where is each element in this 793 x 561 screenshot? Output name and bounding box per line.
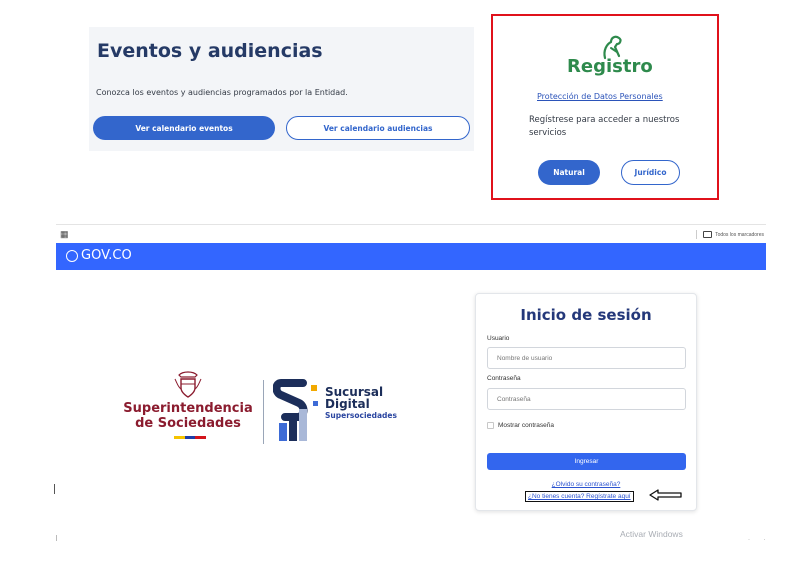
sucursal-line2: Digital bbox=[325, 397, 370, 411]
registro-description: Regístrese para acceder a nuestros servi… bbox=[529, 115, 680, 138]
left-arrow-icon bbox=[649, 489, 682, 501]
eventos-title: Eventos y audiencias bbox=[97, 40, 323, 62]
folder-icon bbox=[703, 231, 713, 238]
forgot-password-link[interactable]: ¿Olvido su contraseña? bbox=[476, 481, 696, 488]
apps-grid-icon[interactable]: ▦ bbox=[60, 229, 69, 239]
password-input[interactable] bbox=[487, 388, 686, 410]
register-link[interactable]: ¿No tienes cuenta? Regístrate aquí bbox=[525, 491, 634, 502]
colombia-tricolor bbox=[174, 436, 207, 439]
ver-calendario-eventos-button[interactable]: Ver calendario eventos bbox=[93, 116, 275, 140]
browser-bookmarks-bar: ▦ Todos los marcadores bbox=[56, 224, 766, 243]
superintendencia-logo: Superintendencia de Sociedades bbox=[121, 371, 255, 443]
juridico-button[interactable]: Jurídico bbox=[621, 160, 680, 185]
eventos-section: Eventos y audiencias Conozca los eventos… bbox=[89, 27, 474, 151]
gov-co-text: GOV.CO bbox=[81, 248, 132, 263]
eventos-description: Conozca los eventos y audiencias program… bbox=[96, 88, 348, 97]
superintendencia-text: Superintendencia de Sociedades bbox=[121, 401, 255, 431]
registro-card: Registro Protección de Datos Personales … bbox=[491, 14, 719, 200]
bookmarks-label: Todos los marcadores bbox=[715, 231, 764, 238]
sucursal-digital-text: Sucursal Digital Supersociedades bbox=[325, 386, 397, 422]
ver-calendario-audiencias-button[interactable]: Ver calendario audiencias bbox=[286, 116, 470, 140]
all-bookmarks[interactable]: Todos los marcadores bbox=[696, 230, 764, 239]
activar-windows-watermark: Activar Windows bbox=[620, 529, 683, 539]
coat-of-arms-icon bbox=[174, 371, 202, 398]
show-password-checkbox[interactable] bbox=[487, 422, 494, 429]
edge-dots: · · bbox=[748, 537, 772, 543]
sucursal-line3: Supersociedades bbox=[325, 411, 397, 420]
edge-mark-bottom bbox=[56, 535, 57, 541]
superintendencia-line1: Superintendencia bbox=[123, 401, 253, 416]
gov-co-logo[interactable]: GOV.CO bbox=[66, 248, 132, 263]
registro-logo: Registro bbox=[567, 30, 653, 78]
show-password-label: Mostrar contraseña bbox=[498, 422, 554, 429]
usuario-label: Usuario bbox=[487, 335, 510, 342]
edge-mark bbox=[54, 484, 55, 494]
login-card: Inicio de sesión Usuario Contraseña Most… bbox=[475, 293, 697, 511]
sucursal-digital-icon bbox=[273, 379, 318, 441]
password-label: Contraseña bbox=[487, 375, 521, 382]
superintendencia-line2: de Sociedades bbox=[135, 416, 241, 431]
proteccion-datos-link[interactable]: Protección de Datos Personales bbox=[537, 92, 663, 101]
logo-divider bbox=[263, 380, 264, 444]
tricolor-yellow bbox=[174, 436, 185, 439]
gov-co-header: GOV.CO bbox=[56, 243, 766, 270]
bookmarks-separator bbox=[696, 230, 698, 239]
natural-button[interactable]: Natural bbox=[538, 160, 600, 185]
show-password-row[interactable]: Mostrar contraseña bbox=[487, 422, 554, 429]
gov-shield-icon bbox=[66, 249, 78, 262]
registro-logo-text: Registro bbox=[567, 56, 653, 77]
tricolor-red bbox=[195, 436, 207, 439]
tricolor-blue bbox=[184, 436, 196, 439]
usuario-input[interactable] bbox=[487, 347, 686, 369]
login-title: Inicio de sesión bbox=[520, 306, 652, 324]
ingresar-button[interactable]: Ingresar bbox=[487, 453, 686, 470]
